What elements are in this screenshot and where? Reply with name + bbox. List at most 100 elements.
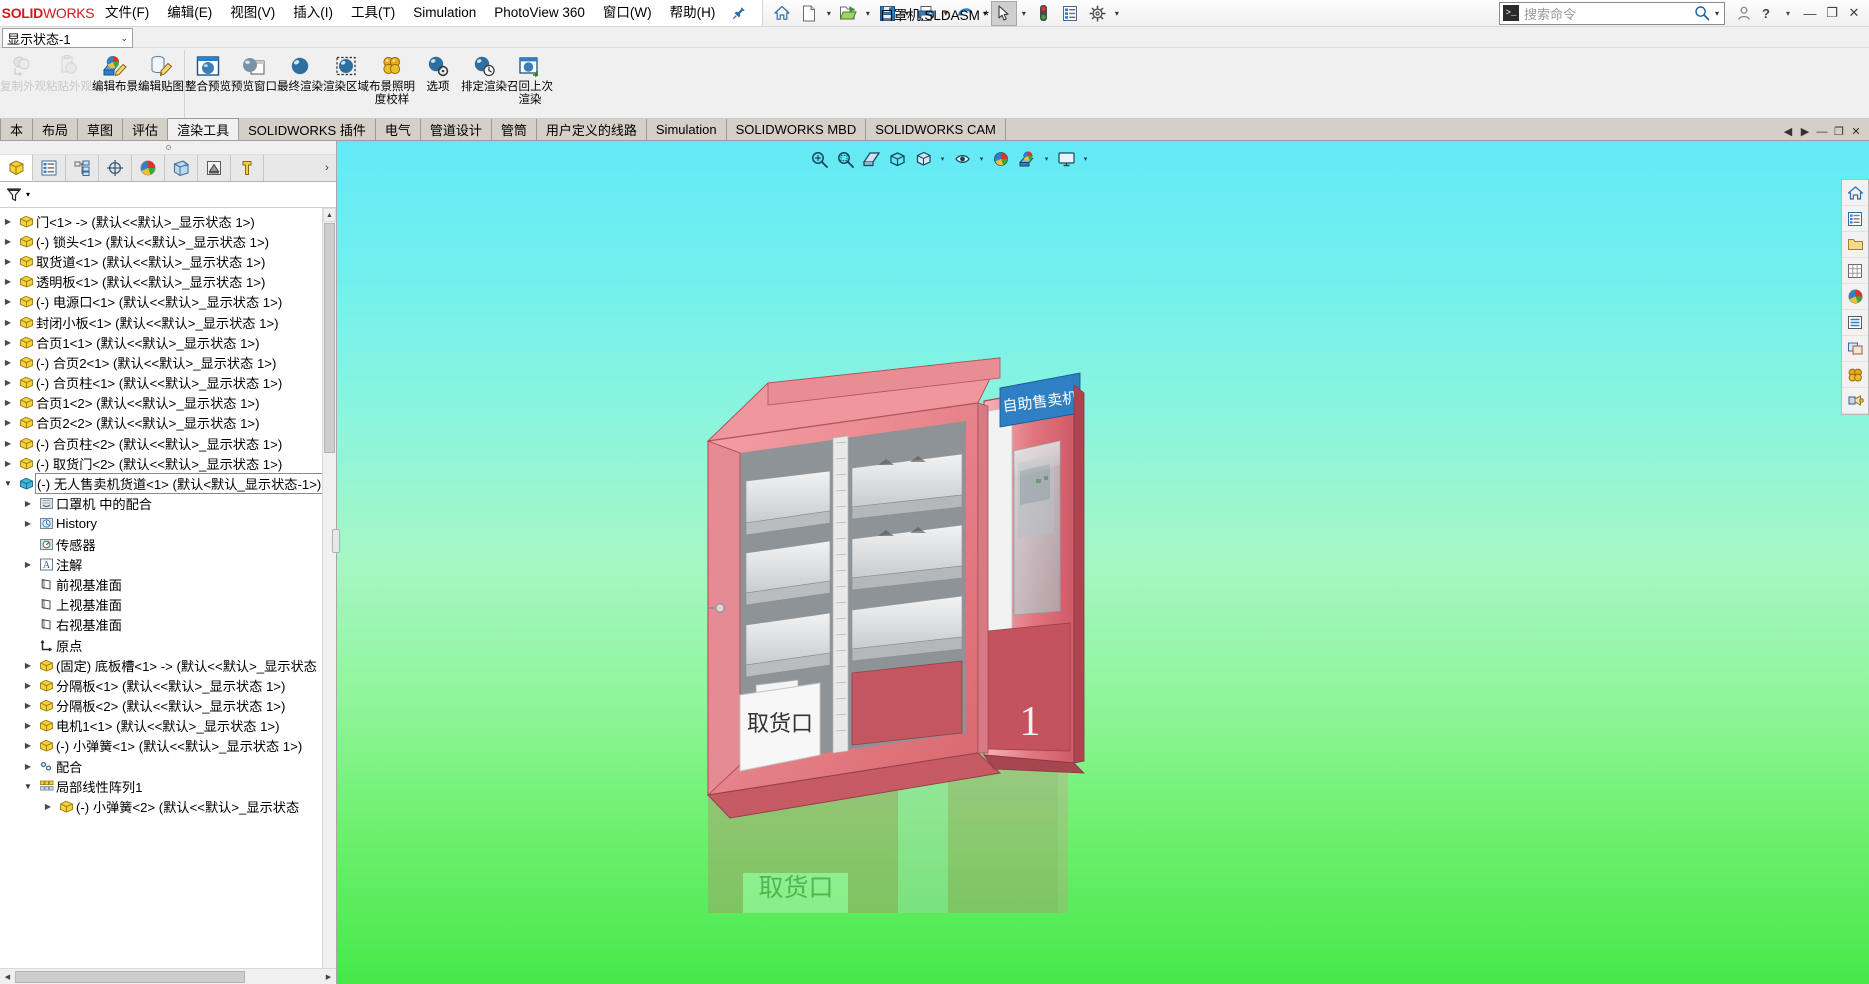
edit-appearance-icon[interactable] (989, 148, 1013, 170)
tree-item[interactable]: ▶ (-) 合页2<1> (默认<<默认>_显示状态 1>) (0, 352, 336, 372)
feature-tree[interactable]: ▶ 门<1> -> (默认<<默认>_显示状态 1>) ▶ (-) 锁头<1> (默认… (0, 208, 336, 968)
pin-icon[interactable] (724, 6, 756, 20)
user-account-icon[interactable] (1733, 1, 1755, 25)
feature-tree-vertical-scrollbar[interactable]: ▲ (322, 208, 336, 968)
search-icon[interactable] (1694, 5, 1710, 21)
tree-item[interactable]: ▶ 口罩机 中的配合 (0, 494, 336, 514)
tree-item[interactable]: ▶ 透明板<1> (默认<<默认>_显示状态 1>) (0, 272, 336, 292)
apply-scene-icon[interactable] (1015, 148, 1039, 170)
hide-show-items-icon[interactable] (950, 148, 974, 170)
tab-evaluate[interactable]: 评估 (123, 119, 169, 140)
display-style-icon[interactable] (911, 148, 935, 170)
tab-piping-design[interactable]: 管道设计 (420, 119, 492, 140)
apply-scene-caret-icon[interactable]: ▾ (1041, 148, 1052, 170)
tree-item[interactable]: ▶ (-) 锁头<1> (默认<<默认>_显示状态 1>) (0, 231, 336, 251)
home-view-icon[interactable] (1842, 180, 1868, 206)
scroll-right-icon[interactable]: ▶ (321, 973, 336, 981)
chevron-right-icon[interactable]: ▶ (0, 338, 16, 347)
list-icon[interactable] (1842, 310, 1868, 336)
tree-item[interactable]: 上视基准面 (0, 595, 336, 615)
scenes-icon[interactable] (1842, 362, 1868, 388)
menu-help[interactable]: 帮助(H) (661, 0, 725, 26)
menu-file[interactable]: 文件(F) (96, 0, 158, 26)
tree-item[interactable]: 右视基准面 (0, 615, 336, 635)
tree-item[interactable]: 原点 (0, 635, 336, 655)
new-document-caret-icon[interactable]: ▾ (823, 1, 834, 26)
fm-tab-dimxpert-manager[interactable] (99, 155, 132, 181)
fm-tab-feature-tree[interactable] (0, 155, 33, 181)
lights-cameras-icon[interactable] (1842, 388, 1868, 414)
help-icon[interactable]: ? (1755, 1, 1777, 25)
doc-minimize-button[interactable]: — (1814, 124, 1830, 139)
zoom-to-area-icon[interactable] (833, 148, 857, 170)
copy-appearance-button[interactable]: 复制外观 (0, 50, 46, 118)
view-settings-icon[interactable] (1054, 148, 1078, 170)
select-cursor-icon[interactable] (991, 0, 1018, 26)
menu-tools[interactable]: 工具(T) (342, 0, 404, 26)
tree-item[interactable]: ▶ (-) 小弹簧<2> (默认<<默认>_显示状态 (0, 796, 336, 816)
feature-tree-filter[interactable]: ▾ (0, 182, 336, 208)
tab-layout[interactable]: 布局 (33, 119, 79, 140)
tree-item[interactable]: ▶ (-) 合页柱<2> (默认<<默认>_显示状态 1>) (0, 433, 336, 453)
section-view-icon[interactable] (859, 148, 883, 170)
fm-tab-configuration-manager[interactable] (66, 155, 99, 181)
chevron-right-icon[interactable]: ▶ (0, 418, 16, 427)
doc-close-button[interactable]: ✕ (1848, 124, 1864, 139)
integrated-preview-button[interactable]: 整合预览 (185, 50, 231, 118)
tree-item[interactable]: 传感器 (0, 534, 336, 554)
appearances-sphere-icon[interactable] (1842, 284, 1868, 310)
file-properties-icon[interactable] (1057, 1, 1083, 26)
doc-restore-button[interactable]: ❐ (1831, 124, 1847, 139)
view-orientation-icon[interactable] (885, 148, 909, 170)
tree-item[interactable]: ▶ 封闭小板<1> (默认<<默认>_显示状态 1>) (0, 312, 336, 332)
panel-splitter[interactable] (332, 528, 340, 553)
final-render-button[interactable]: 最终渲染 (277, 50, 323, 118)
fm-tab-cam-manager[interactable] (231, 155, 264, 181)
vending-machine-assembly[interactable]: 取货口 取货口 自助售卖机 1 (648, 233, 1468, 984)
chevron-right-icon[interactable]: ▶ (0, 257, 16, 266)
tree-item[interactable]: ▶ (-) 取货门<2> (默认<<默认>_显示状态 1>) (0, 453, 336, 473)
options-gear-icon[interactable] (1084, 1, 1110, 26)
scroll-up-icon[interactable]: ▲ (323, 208, 336, 222)
menu-view[interactable]: 视图(V) (221, 0, 284, 26)
menu-window[interactable]: 窗口(W) (594, 0, 661, 26)
chevron-right-icon[interactable]: ▶ (0, 398, 16, 407)
home-icon[interactable] (769, 1, 795, 26)
close-button[interactable]: ✕ (1843, 1, 1865, 25)
paste-appearance-button[interactable]: 粘贴外观 (46, 50, 92, 118)
hscroll-track[interactable] (15, 969, 321, 984)
tab-sketch[interactable]: 草图 (78, 119, 124, 140)
render-region-button[interactable]: 渲染区域 (323, 50, 369, 118)
fm-tab-simulation-manager[interactable] (198, 155, 231, 181)
tree-item[interactable]: ▶ 分隔板<1> (默认<<默认>_显示状态 1>) (0, 675, 336, 695)
chevron-right-icon[interactable]: ▶ (40, 802, 56, 811)
chevron-right-icon[interactable]: ▶ (20, 661, 36, 670)
graphics-viewport[interactable]: ▾ ▾ ▾ ▾ 取货口 取货口 自助售卖机 1 (337, 141, 1869, 984)
property-panel-icon[interactable] (1842, 206, 1868, 232)
chevron-right-icon[interactable]: ▶ (0, 439, 16, 448)
doc-prev-button[interactable]: ◀ (1780, 124, 1796, 139)
tree-item[interactable]: ▶ 取货道<1> (默认<<默认>_显示状态 1>) (0, 251, 336, 271)
tree-item[interactable]: ▶ 合页2<2> (默认<<默认>_显示状态 1>) (0, 413, 336, 433)
chevron-right-icon[interactable]: ▶ (0, 217, 16, 226)
tree-item[interactable]: ▶ 分隔板<2> (默认<<默认>_显示状态 1>) (0, 696, 336, 716)
tab-assembly-partial[interactable]: 本 (0, 119, 34, 140)
tree-item[interactable]: ▶ 合页1<1> (默认<<默认>_显示状态 1>) (0, 332, 336, 352)
minimize-button[interactable]: — (1799, 1, 1821, 25)
tree-item[interactable]: ▶ (-) 合页柱<1> (默认<<默认>_显示状态 1>) (0, 373, 336, 393)
tab-solidworks-cam[interactable]: SOLIDWORKS CAM (866, 119, 1006, 140)
tree-item[interactable]: ▶ 电机1<1> (默认<<默认>_显示状态 1>) (0, 716, 336, 736)
chevron-right-icon[interactable]: ▶ (20, 560, 36, 569)
chevron-down-icon[interactable]: ⌄ (120, 33, 128, 44)
display-style-caret-icon[interactable]: ▾ (937, 148, 948, 170)
tree-item[interactable]: ▶ 合页1<2> (默认<<默认>_显示状态 1>) (0, 393, 336, 413)
chevron-right-icon[interactable]: ▶ (20, 499, 36, 508)
zoom-to-fit-icon[interactable] (807, 148, 831, 170)
chevron-right-icon[interactable]: ▶ (0, 277, 16, 286)
tree-item[interactable]: ▶ 配合 (0, 756, 336, 776)
menu-insert[interactable]: 插入(I) (284, 0, 342, 26)
doc-next-button[interactable]: ▶ (1797, 124, 1813, 139)
scene-illumination-button[interactable]: 布景照明度校样 (369, 50, 415, 118)
menu-simulation[interactable]: Simulation (404, 0, 485, 26)
chevron-right-icon[interactable]: ▶ (0, 459, 16, 468)
